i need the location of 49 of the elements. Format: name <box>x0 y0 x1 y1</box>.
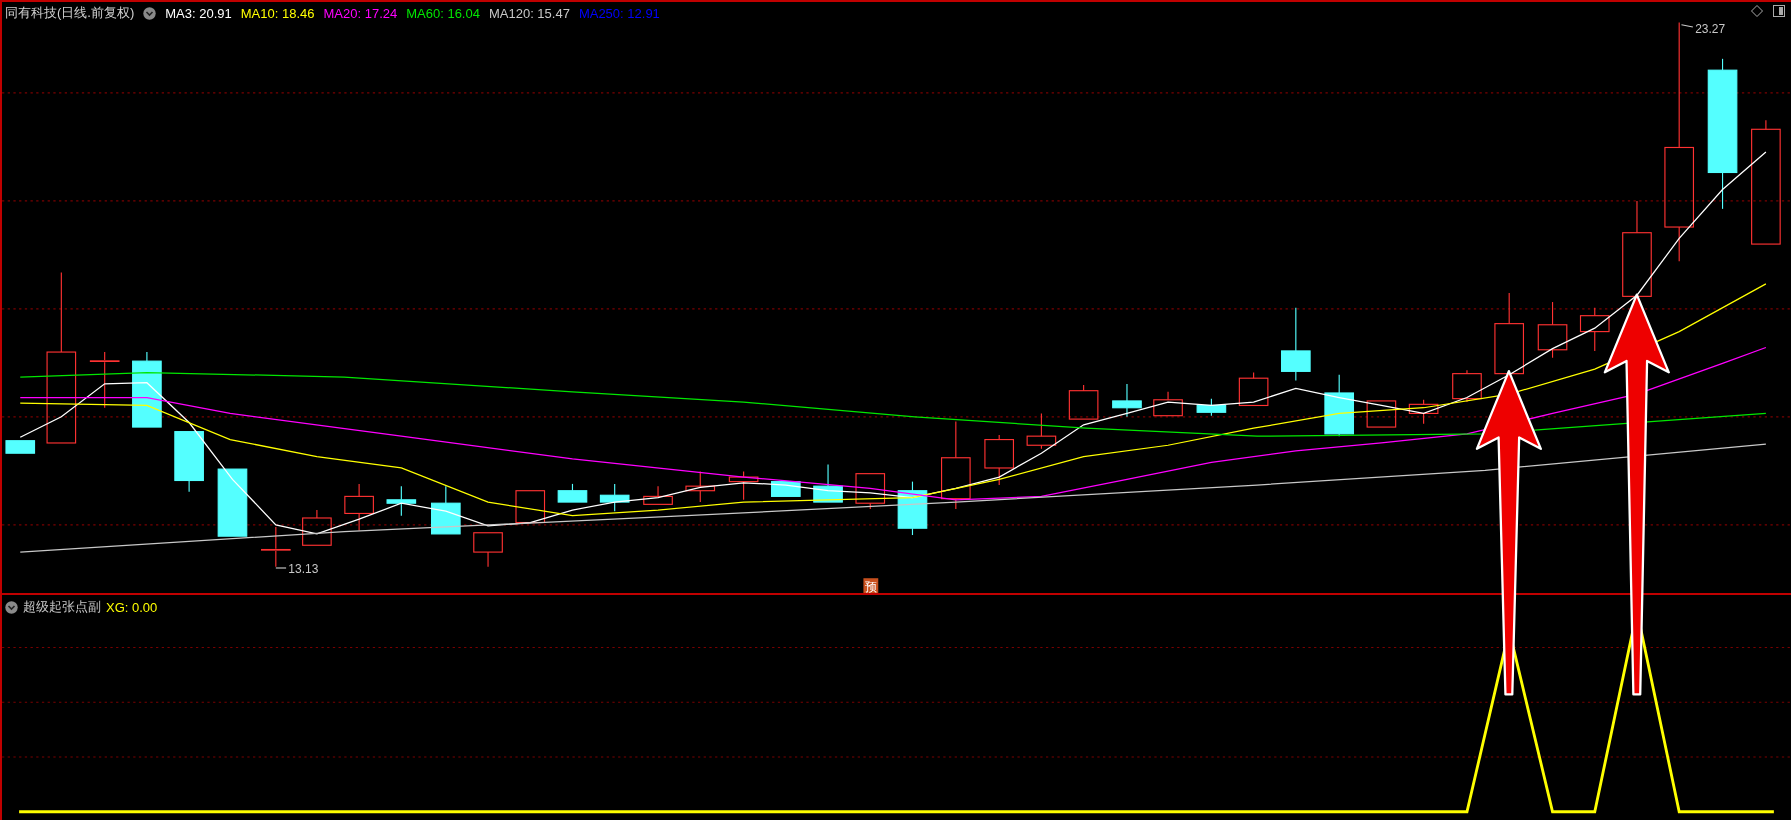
falling-candle <box>897 481 928 536</box>
rising-candle <box>1153 391 1183 417</box>
rising-candle <box>473 532 503 568</box>
dropdown-icon[interactable] <box>143 6 157 20</box>
rising-candle <box>1408 399 1439 425</box>
high-price-label: 23.27 <box>1680 21 1726 36</box>
rising-candle <box>1366 400 1397 428</box>
rising-candle <box>1026 412 1057 450</box>
rising-candle <box>643 485 673 505</box>
ma-legend-label: MA250: 12.91 <box>578 5 660 21</box>
ma-legend-label: MA3: 20.91 <box>165 5 232 21</box>
falling-candle <box>217 468 248 537</box>
low-price-label: 13.13 <box>275 561 319 576</box>
rising-candle <box>1579 307 1610 352</box>
rising-candle <box>685 470 716 503</box>
rising-candle <box>1068 384 1099 420</box>
rising-candle <box>302 509 332 546</box>
falling-candle <box>813 464 843 503</box>
falling-candle <box>599 483 630 512</box>
panel-icon[interactable] <box>1773 5 1785 17</box>
ma-legend-label: MA10: 18.46 <box>240 5 315 21</box>
ma-legend-label: MA120: 15.47 <box>488 5 570 21</box>
rising-candle <box>344 483 374 532</box>
ma-legend-label: MA60: 16.04 <box>406 5 480 21</box>
falling-candle <box>174 431 204 493</box>
falling-candle <box>557 483 588 503</box>
diamond-icon[interactable] <box>1751 5 1763 17</box>
dropdown-icon[interactable] <box>5 600 18 614</box>
indicator-title: 超级起张点副 <box>23 598 101 616</box>
falling-candle <box>386 485 417 517</box>
rising-candle <box>1452 369 1482 403</box>
falling-candle <box>5 440 36 454</box>
falling-candle <box>431 485 461 535</box>
ma-legend-label: MA20: 17.24 <box>323 5 398 21</box>
rising-candle <box>89 351 121 409</box>
rising-candle <box>1238 371 1269 407</box>
falling-candle <box>1112 383 1142 418</box>
rising-candle <box>984 434 1015 486</box>
rising-candle <box>855 473 886 510</box>
up-arrow-icon <box>1475 370 1542 696</box>
stock-title: 同有科技(日线.前复权) <box>5 4 135 22</box>
up-arrow-icon <box>1603 293 1670 696</box>
falling-candle <box>1196 398 1227 417</box>
rising-candle <box>728 470 759 501</box>
rising-candle <box>515 490 546 524</box>
forecast-badge: 预 <box>863 578 879 593</box>
rising-candle <box>1537 301 1568 359</box>
falling-candle <box>1324 374 1354 437</box>
indicator-reading: XG: 0.00 <box>106 599 158 615</box>
